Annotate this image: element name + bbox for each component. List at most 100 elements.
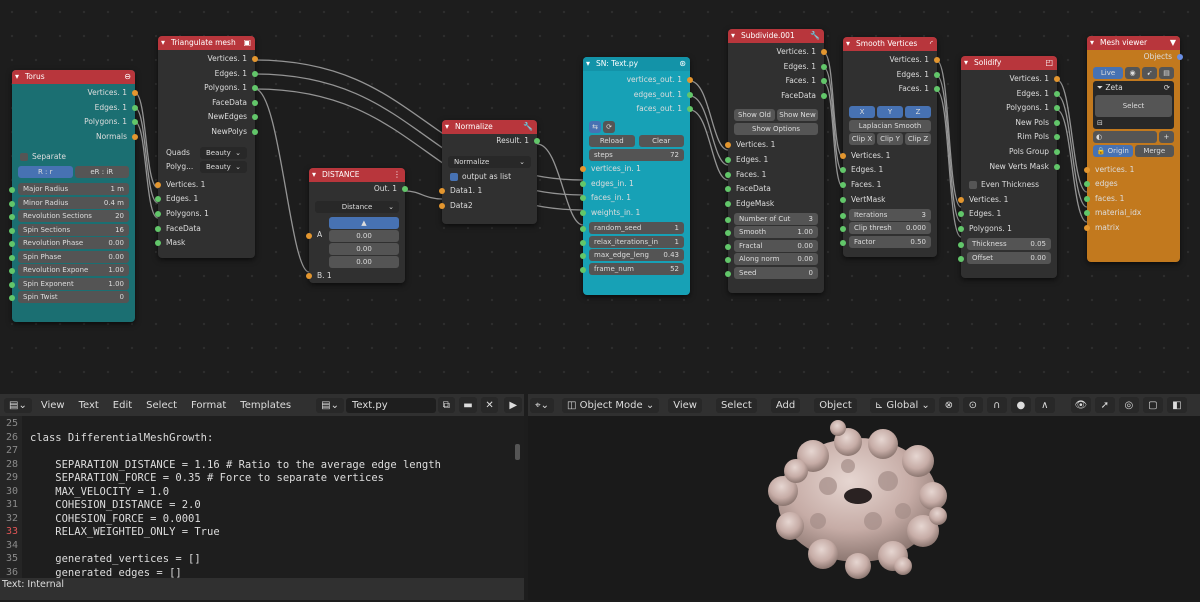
triangulate-node-header[interactable]: Triangulate mesh ▣	[158, 36, 255, 50]
steps-field[interactable]: steps 72	[589, 148, 684, 161]
socket-row[interactable]: FaceData	[725, 182, 824, 197]
smooth-node[interactable]: Smooth Vertices ◜ Vertices. 1 Edges. 1 Face…	[840, 37, 940, 257]
input-socket[interactable]	[9, 227, 15, 234]
input-socket[interactable]	[1084, 224, 1090, 231]
socket-row[interactable]: New Pols	[961, 116, 1060, 131]
socket-row[interactable]: Polygons. 1	[155, 207, 255, 222]
output-socket[interactable]	[534, 138, 540, 144]
socket-row[interactable]: edges_out. 1	[583, 88, 693, 103]
editor-type-icon[interactable]: ⌖⌄	[530, 397, 555, 413]
mesh-viewer-node[interactable]: Mesh viewer ▼ Objects Live◉➹▤ ⏷ Zeta ⟳ Sel…	[1084, 36, 1183, 262]
socket-row[interactable]: faces_in. 1	[580, 191, 690, 206]
socket-row[interactable]: Polygons. 1	[158, 81, 258, 96]
menu-item[interactable]: Format	[191, 400, 226, 411]
3d-viewport[interactable]	[528, 416, 1200, 600]
normalize-node[interactable]: Normalize 🔧 Result. 1 Normalize ⌄ output a…	[439, 120, 540, 224]
output-socket[interactable]	[687, 77, 693, 83]
value-field[interactable]: Spin Twist 0	[18, 291, 129, 304]
output-socket[interactable]	[821, 63, 827, 70]
radius-mode-toggle[interactable]: R : r eR : iR	[18, 166, 129, 179]
socket-row[interactable]: Objects	[1087, 50, 1183, 65]
input-socket[interactable]	[840, 196, 846, 203]
input-socket[interactable]	[580, 210, 586, 217]
value-field[interactable]: Spin Sections 16	[18, 223, 129, 236]
socket-row[interactable]: faces. 1	[1084, 192, 1180, 207]
input-socket[interactable]	[1084, 195, 1090, 202]
socket-row[interactable]: Polygons. 1	[12, 115, 138, 130]
clear-button[interactable]: Clear	[638, 134, 684, 147]
input-socket[interactable]	[9, 214, 15, 221]
text-file-name[interactable]: Text.py	[345, 397, 436, 413]
output-as-list-checkbox[interactable]: output as list	[442, 170, 537, 185]
socket-row[interactable]: weights_in. 1	[580, 206, 690, 221]
value-field[interactable]: Seed 0	[734, 266, 818, 279]
socket-row[interactable]: FaceData	[728, 89, 827, 104]
socket-row[interactable]: vertices_in. 1	[580, 162, 690, 177]
input-socket[interactable]	[725, 230, 731, 237]
input-socket[interactable]	[840, 181, 846, 188]
output-socket[interactable]	[1054, 148, 1060, 155]
xray-icon[interactable]: ▢	[1142, 397, 1163, 413]
menu-item[interactable]: Templates	[240, 400, 291, 411]
vector-expand-button[interactable]: ▲	[329, 216, 399, 229]
socket-row[interactable]: Polygons. 1	[961, 101, 1060, 116]
proportional-icon[interactable]: ●	[1010, 397, 1031, 413]
input-socket[interactable]	[1084, 210, 1090, 217]
input-socket[interactable]	[306, 232, 312, 239]
socket-row[interactable]: NewPolys	[158, 125, 258, 140]
input-socket[interactable]	[1084, 166, 1090, 173]
mode-er[interactable]: eR : iR	[74, 166, 129, 179]
value-field[interactable]: Along norm 0.00	[734, 253, 818, 266]
input-socket[interactable]	[580, 180, 586, 187]
socket-row[interactable]: Vertices. 1	[725, 138, 824, 153]
input-socket[interactable]	[580, 266, 586, 273]
menu-item[interactable]: Select	[715, 397, 757, 413]
socket-row[interactable]: New Verts Mask	[961, 160, 1060, 175]
value-field[interactable]: Spin Exponent 1.00	[18, 277, 129, 290]
output-socket[interactable]	[252, 56, 258, 62]
value-field[interactable]: Factor 0.50	[849, 235, 931, 248]
vector-z-field[interactable]: 0.00	[329, 255, 399, 268]
vector-x-field[interactable]: 0.00	[329, 229, 399, 242]
input-socket[interactable]	[155, 196, 161, 203]
copy-icon[interactable]: ⧉	[437, 397, 456, 413]
socket-row[interactable]: Edges. 1	[958, 207, 1057, 222]
input-socket[interactable]	[840, 212, 846, 219]
input-socket[interactable]	[9, 241, 15, 248]
socket-row[interactable]: Vertices. 1	[958, 193, 1057, 208]
value-field[interactable]: Major Radius 1 m	[18, 183, 129, 196]
value-field[interactable]: Fractal 0.00	[734, 239, 818, 252]
socket-row[interactable]: vertices. 1	[1084, 163, 1180, 178]
value-field[interactable]: Minor Radius 0.4 m	[18, 196, 129, 209]
value-field[interactable]: random_seed 1	[589, 222, 684, 235]
socket-row[interactable]: NewEdges	[158, 110, 258, 125]
material-sphere-icon[interactable]: ◐	[1093, 130, 1157, 143]
input-socket[interactable]	[725, 171, 731, 178]
visibility-icon[interactable]: 👁	[1070, 397, 1091, 413]
torus-node[interactable]: Torus⊖ Vertices. 1 Edges. 1 Polygons. 1 …	[9, 70, 138, 322]
value-field[interactable]: relax_iterations_in 1	[589, 235, 684, 248]
refresh-icon[interactable]: ⟳	[1164, 83, 1170, 93]
value-field[interactable]: Number of Cut 3	[734, 212, 818, 225]
clip-y[interactable]: Clip Y	[877, 133, 903, 146]
editor-type-icon[interactable]: ▤⌄	[4, 397, 32, 413]
pivot-icon[interactable]: ⊗	[938, 397, 959, 413]
input-socket[interactable]	[840, 226, 846, 233]
scrollbar[interactable]	[515, 444, 520, 460]
toggle-y[interactable]: Y	[877, 106, 903, 119]
socket-row[interactable]: vertices_out. 1	[583, 73, 693, 88]
magnet-icon[interactable]: ∩	[986, 397, 1007, 413]
socket-row[interactable]: Result. 1	[442, 134, 540, 149]
output-socket[interactable]	[1054, 119, 1060, 126]
output-socket[interactable]	[934, 57, 940, 63]
input-socket[interactable]	[725, 142, 731, 149]
value-field[interactable]: Offset 0.00	[967, 251, 1051, 264]
solidify-node-header[interactable]: Solidify ◰	[961, 56, 1057, 70]
socket-row[interactable]: Edges. 1	[158, 67, 258, 82]
socket-row[interactable]: FaceData	[155, 222, 255, 237]
text-editor[interactable]: 25 26 27 28 29 30 31 32 33 34 35 36 class Different…	[0, 416, 524, 579]
laplacian-smooth-button[interactable]: Laplacian Smooth	[849, 119, 931, 132]
value-field[interactable]: Revolution Expone 1.00	[18, 264, 129, 277]
normalize-mode-dropdown[interactable]: Normalize ⌄	[448, 156, 531, 169]
input-socket[interactable]	[439, 188, 445, 195]
